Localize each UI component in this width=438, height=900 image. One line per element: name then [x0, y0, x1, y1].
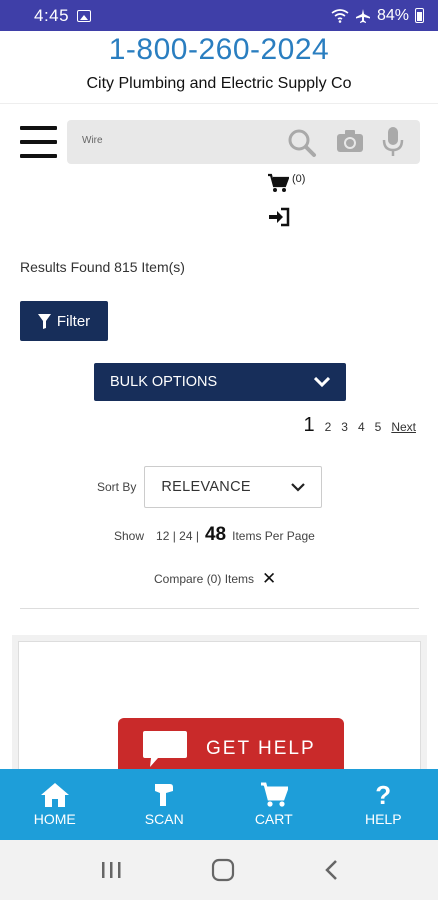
- per-page-selected[interactable]: 48: [205, 524, 226, 546]
- search-input[interactable]: Wire: [82, 135, 103, 146]
- sort-row: Sort By RELEVANCE: [97, 466, 323, 508]
- cart-icon: [260, 782, 288, 807]
- sign-in-link[interactable]: [268, 207, 290, 232]
- cart-count: (0): [292, 173, 306, 185]
- microphone-icon[interactable]: [382, 126, 404, 158]
- phone-number-link[interactable]: 1-800-260-2024: [0, 33, 438, 67]
- chevron-down-icon: [291, 482, 306, 492]
- bottom-nav: HOME SCAN CART ? HELP: [0, 769, 438, 840]
- cart-icon: [268, 173, 289, 192]
- per-page-suffix: Items Per Page: [232, 529, 315, 543]
- nav-help-label: HELP: [364, 811, 402, 827]
- airplane-mode-icon: [355, 8, 370, 23]
- bulk-options-label: BULK OPTIONS: [110, 374, 218, 390]
- page-current[interactable]: 1: [303, 414, 314, 437]
- close-icon[interactable]: ✕: [262, 569, 276, 589]
- recent-apps-icon[interactable]: [100, 860, 122, 880]
- nav-scan[interactable]: SCAN: [110, 769, 220, 840]
- battery-icon: [415, 8, 424, 23]
- wifi-icon: [331, 8, 349, 23]
- nav-scan-label: SCAN: [144, 811, 184, 827]
- nav-cart[interactable]: CART: [219, 769, 329, 840]
- status-time: 4:45: [34, 5, 70, 25]
- menu-bar: [20, 126, 57, 130]
- bulk-options-dropdown[interactable]: BULK OPTIONS: [94, 363, 346, 401]
- filter-icon: [37, 313, 51, 329]
- battery-percent: 84%: [376, 6, 409, 24]
- compare-row: Compare (0) Items ✕: [154, 569, 276, 589]
- site-header: 1-800-260-2024 City Plumbing and Electri…: [0, 31, 438, 104]
- items-per-page: Show 12 | 24 | 48 Items Per Page: [114, 524, 315, 546]
- nav-cart-label: CART: [254, 811, 293, 827]
- divider: [20, 608, 419, 609]
- sign-in-icon: [269, 207, 290, 227]
- system-navigation: [0, 840, 438, 900]
- home-icon: [40, 783, 69, 807]
- header-cart-link[interactable]: (0): [267, 173, 305, 193]
- nav-home-label: HOME: [33, 811, 76, 827]
- search-bar[interactable]: Wire: [67, 120, 420, 164]
- show-label: Show: [114, 529, 145, 543]
- pagination: 1 2 3 4 5 Next: [303, 414, 416, 437]
- compare-label[interactable]: Compare (0) Items: [154, 572, 254, 586]
- sort-label: Sort By: [97, 480, 137, 494]
- chat-bubble-icon: [143, 731, 187, 767]
- status-icons: 84%: [331, 7, 424, 25]
- scanner-icon: [155, 784, 174, 806]
- page-link[interactable]: 4: [358, 420, 365, 434]
- get-help-label: GET HELP: [206, 738, 316, 759]
- company-name: City Plumbing and Electric Supply Co: [86, 75, 352, 92]
- sort-value: RELEVANCE: [161, 479, 251, 495]
- promo-card-inner: GET HELP: [18, 641, 421, 780]
- page-link[interactable]: 3: [341, 420, 348, 434]
- per-page-options[interactable]: 12 | 24 |: [156, 529, 199, 543]
- image-notification-icon: [77, 9, 92, 22]
- filter-label: Filter: [56, 312, 91, 330]
- camera-icon[interactable]: [335, 128, 365, 154]
- page-link[interactable]: 5: [375, 420, 382, 434]
- sort-select[interactable]: RELEVANCE: [144, 466, 323, 508]
- search-icon[interactable]: [287, 128, 317, 158]
- menu-bar: [20, 154, 57, 158]
- nav-help[interactable]: ? HELP: [329, 769, 438, 840]
- status-bar: 4:45 84%: [0, 0, 438, 31]
- back-icon[interactable]: [324, 859, 338, 881]
- home-button-icon[interactable]: [211, 858, 235, 882]
- nav-home[interactable]: HOME: [0, 769, 110, 840]
- promo-card: GET HELP: [12, 635, 427, 785]
- chevron-down-icon: [314, 377, 330, 387]
- results-count: Results Found 815 Item(s): [20, 259, 185, 275]
- page-link[interactable]: 2: [325, 420, 332, 434]
- menu-bar: [20, 140, 57, 144]
- question-icon: ?: [375, 780, 392, 810]
- next-page-link[interactable]: Next: [391, 420, 416, 434]
- menu-button[interactable]: [20, 126, 57, 158]
- filter-button[interactable]: Filter: [20, 301, 108, 341]
